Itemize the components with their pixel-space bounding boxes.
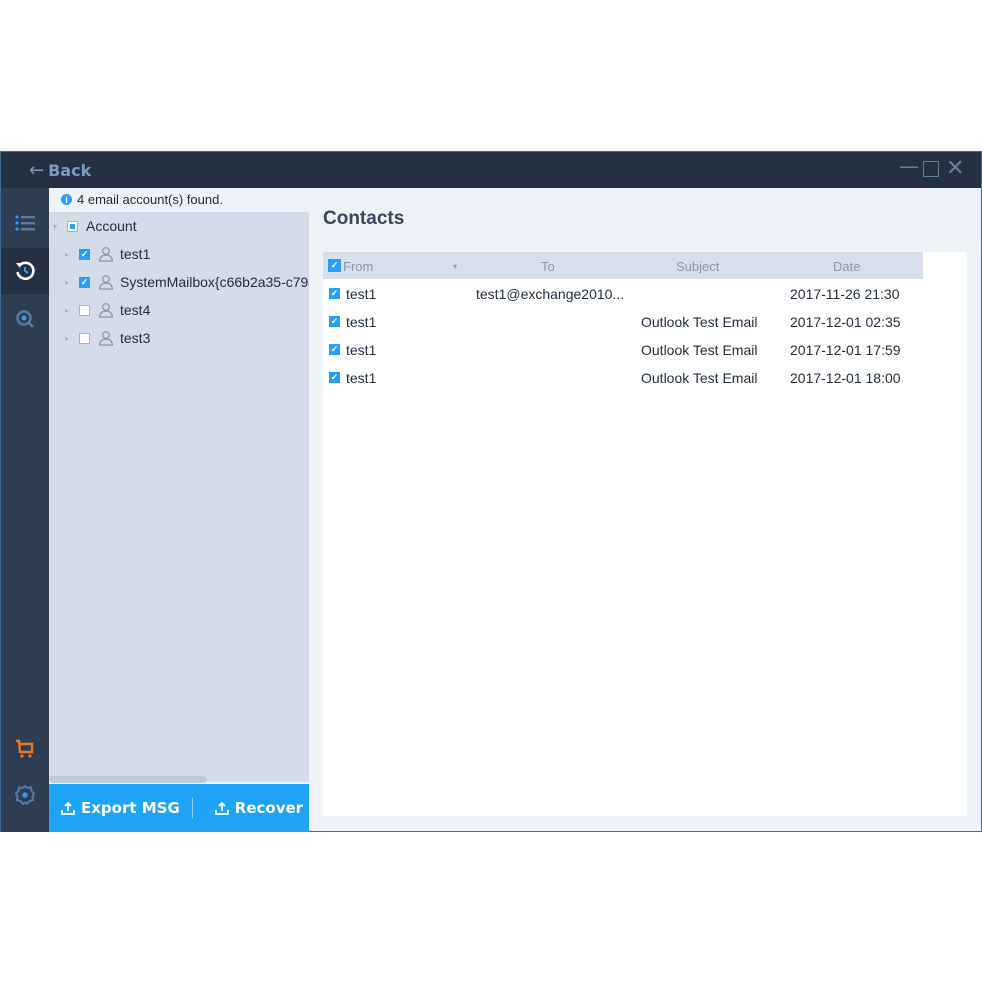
accounts-found-notice: i 4 email account(s) found. [61,192,223,207]
title-bar: ← Back — ✕ [1,152,981,188]
info-icon: i [61,194,72,205]
account-checkbox[interactable]: ✓ [79,248,90,260]
expand-icon[interactable]: ▸ [65,306,73,315]
arrow-left-icon: ← [29,160,45,181]
cell-to: test1@exchange2010... [476,286,625,302]
table-row[interactable]: ✓ test1 Outlook Test Email 2017-12-01 02:35 [323,308,923,336]
expand-icon[interactable]: ▸ [65,334,73,343]
user-icon [98,246,114,262]
tree-account-item[interactable]: ▸ ✓ test1 [65,240,150,268]
cell-subject: Outlook Test Email [641,342,758,358]
tree-account-item[interactable]: ▸ ✓ SystemMailbox{c66b2a35-c794 [65,268,309,296]
account-tree: ▾ Account ▸ ✓ test1 ▸ ✓ SystemMailbox{c66b2a3… [49,212,309,782]
cell-from: test1 [346,314,377,330]
column-date[interactable]: Date [833,259,860,274]
collapse-icon[interactable]: ▾ [53,222,61,231]
cart-icon [16,739,34,758]
account-label: test1 [120,246,151,262]
account-checkbox[interactable] [79,304,90,316]
expand-icon[interactable]: ▸ [65,278,73,287]
user-icon [98,274,114,290]
cell-date: 2017-12-01 02:35 [790,314,901,330]
main-content: Contacts ✓ From ▾ To Subject Date ✓ test1… [309,188,981,832]
account-label: test4 [120,302,151,318]
cell-subject: Outlook Test Email [641,314,758,330]
restore-icon [16,261,35,281]
rail-item-scan[interactable] [1,296,49,342]
cell-from: test1 [346,370,377,386]
cell-from: test1 [346,286,377,302]
maximize-icon[interactable] [923,161,939,177]
column-from[interactable]: From [343,259,373,274]
scan-icon [16,310,34,328]
row-checkbox[interactable]: ✓ [329,372,340,383]
rail-item-cart[interactable] [1,725,49,771]
contacts-table: ✓ From ▾ To Subject Date ✓ test1 test1@exc… [323,252,967,816]
account-checkbox[interactable]: ✓ [79,276,90,288]
rail-item-restore[interactable] [1,248,49,294]
export-msg-button[interactable]: Export MSG [61,799,180,817]
tree-root-label: Account [86,218,137,234]
account-panel: i 4 email account(s) found. ▾ Account ▸ ✓… [49,188,309,832]
row-checkbox[interactable]: ✓ [329,288,340,299]
expand-icon[interactable]: ▸ [65,250,73,259]
back-button[interactable]: ← Back [29,160,91,181]
tree-account-item[interactable]: ▸ test4 [65,296,150,324]
account-label: SystemMailbox{c66b2a35-c794 [120,274,309,290]
table-row[interactable]: ✓ test1 test1@exchange2010... 2017-11-26 21… [323,280,923,308]
account-root-checkbox[interactable] [67,220,78,232]
account-label: test3 [120,330,151,346]
notice-text: 4 email account(s) found. [77,192,223,207]
rail-item-list[interactable] [1,200,49,246]
sidebar-rail [1,188,49,832]
page-title: Contacts [323,208,405,229]
action-divider [191,798,193,818]
upload-icon [61,801,75,815]
upload-icon [214,801,229,815]
rail-item-settings[interactable] [1,772,49,818]
sort-caret-icon[interactable]: ▾ [453,262,457,271]
cell-date: 2017-12-01 17:59 [790,342,901,358]
column-subject[interactable]: Subject [676,259,719,274]
horizontal-scrollbar[interactable] [49,776,207,783]
account-checkbox[interactable] [79,332,90,344]
cell-from: test1 [346,342,377,358]
recover-label: Recover [234,799,304,817]
back-label: Back [48,161,92,180]
table-row[interactable]: ✓ test1 Outlook Test Email 2017-12-01 18:00 [323,364,923,392]
minimize-icon[interactable]: — [899,154,919,178]
export-msg-label: Export MSG [81,799,180,817]
cell-date: 2017-12-01 18:00 [790,370,901,386]
tree-account-item[interactable]: ▸ test3 [65,324,150,352]
select-all-checkbox[interactable]: ✓ [328,259,341,272]
list-icon [15,215,35,231]
cell-subject: Outlook Test Email [641,370,758,386]
row-checkbox[interactable]: ✓ [329,316,340,327]
table-header: ✓ From ▾ To Subject Date [323,252,923,279]
table-row[interactable]: ✓ test1 Outlook Test Email 2017-12-01 17:59 [323,336,923,364]
settings-icon [14,784,36,806]
user-icon [98,302,114,318]
action-bar: Export MSG Recover [49,784,309,832]
recover-button[interactable]: Recover [214,799,304,817]
cell-date: 2017-11-26 21:30 [790,286,900,302]
user-icon [98,330,114,346]
tree-root-account[interactable]: ▾ Account [53,212,137,240]
app-window: ← Back — ✕ i 4 email account(s) found. ▾… [0,151,982,832]
column-to[interactable]: To [541,259,555,274]
close-icon[interactable]: ✕ [946,156,964,181]
row-checkbox[interactable]: ✓ [329,344,340,355]
